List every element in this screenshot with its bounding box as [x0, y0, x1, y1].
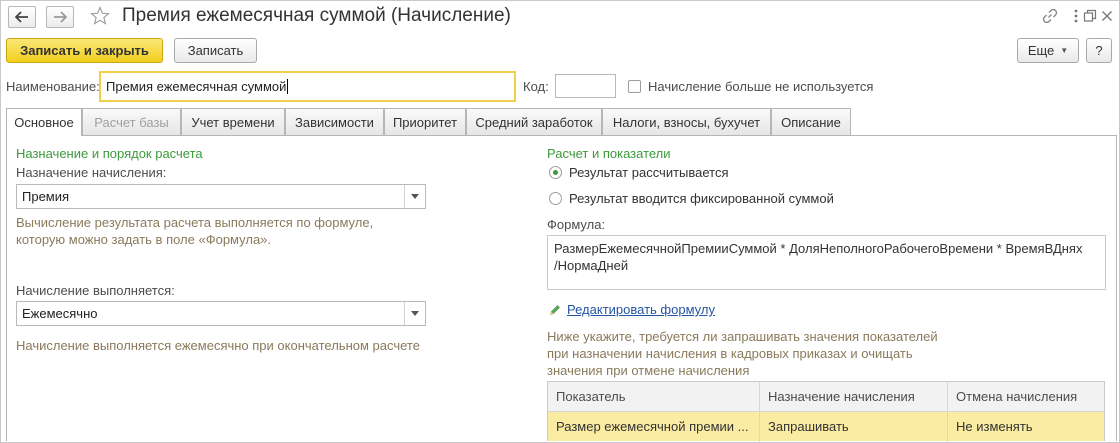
formula-field[interactable]: РазмерЕжемесячнойПремииСуммой * ДоляНепо…: [547, 235, 1106, 290]
tab-main[interactable]: Основное: [6, 108, 82, 136]
column-header-indicator[interactable]: Показатель: [548, 382, 760, 412]
back-button[interactable]: [8, 6, 36, 28]
star-icon: [90, 6, 110, 25]
radio-calculated-label[interactable]: Результат рассчитывается: [569, 165, 729, 180]
name-input-value: Премия ежемесячная суммой: [106, 79, 287, 94]
more-menu-button[interactable]: Еще ▼: [1017, 38, 1079, 63]
dropdown-arrow-icon[interactable]: [404, 185, 425, 208]
formula-label: Формула:: [547, 217, 606, 232]
close-icon[interactable]: [1097, 6, 1117, 26]
purpose-select[interactable]: Премия: [16, 184, 426, 209]
purpose-hint-line1: Вычисление результата расчета выполняетс…: [16, 215, 374, 230]
name-label: Наименование:: [6, 79, 100, 94]
edit-formula-link[interactable]: Редактировать формулу: [567, 302, 715, 317]
column-header-purpose[interactable]: Назначение начисления: [760, 382, 948, 412]
execution-select[interactable]: Ежемесячно: [16, 301, 426, 326]
save-and-close-button[interactable]: Записать и закрыть: [6, 38, 163, 63]
execution-hint: Начисление выполняется ежемесячно при ок…: [16, 338, 420, 353]
purpose-hint-line2: которую можно задать в поле «Формула».: [16, 232, 272, 247]
not-used-label[interactable]: Начисление больше не используется: [648, 79, 873, 94]
radio-calculated[interactable]: [549, 166, 562, 179]
more-label: Еще: [1027, 43, 1055, 58]
calculation-section-title: Расчет и показатели: [547, 146, 671, 161]
column-header-cancel[interactable]: Отмена начисления: [948, 382, 1104, 412]
tab-priority[interactable]: Приоритет: [384, 108, 466, 135]
purpose-label: Назначение начисления:: [16, 165, 167, 180]
table-cell-purpose[interactable]: Запрашивать: [760, 412, 948, 441]
text-cursor: [287, 79, 289, 94]
arrow-left-icon: [15, 11, 28, 23]
tab-base-calculation[interactable]: Расчет базы: [82, 108, 181, 135]
tab-taxes[interactable]: Налоги, взносы, бухучет: [602, 108, 771, 135]
arrow-right-icon: [54, 11, 67, 23]
code-input[interactable]: [555, 74, 616, 98]
dropdown-arrow-icon[interactable]: [404, 302, 425, 325]
indicators-note-line1: Ниже укажите, требуется ли запрашивать з…: [547, 329, 938, 344]
table-cell-indicator[interactable]: Размер ежемесячной премии ...: [548, 412, 760, 441]
column-divider: [759, 382, 760, 442]
formula-line2: /НормаДней: [554, 258, 629, 273]
indicators-table: Показатель Назначение начисления Отмена …: [547, 381, 1105, 442]
formula-line1: РазмерЕжемесячнойПремииСуммой * ДоляНепо…: [554, 241, 1083, 256]
table-cell-cancel[interactable]: Не изменять: [948, 412, 1104, 441]
page-title: Премия ежемесячная суммой (Начисление): [122, 5, 511, 26]
not-used-checkbox[interactable]: [628, 80, 641, 93]
code-label: Код:: [523, 79, 549, 94]
link-icon[interactable]: [1040, 6, 1060, 26]
tab-description[interactable]: Описание: [771, 108, 851, 135]
pencil-icon: [548, 303, 562, 317]
forward-button[interactable]: [46, 6, 74, 28]
name-input[interactable]: Премия ежемесячная суммой: [99, 71, 516, 102]
help-button[interactable]: ?: [1086, 38, 1112, 63]
tab-dependencies[interactable]: Зависимости: [285, 108, 384, 135]
execution-select-value: Ежемесячно: [22, 306, 98, 321]
purpose-select-value: Премия: [22, 189, 70, 204]
column-divider: [947, 382, 948, 442]
indicators-note-line2: при назначении начисления в кадровых при…: [547, 346, 913, 361]
purpose-section-title: Назначение и порядок расчета: [16, 146, 203, 161]
tab-time-accounting[interactable]: Учет времени: [181, 108, 285, 135]
tab-average-earnings[interactable]: Средний заработок: [466, 108, 602, 135]
radio-fixed-amount-label[interactable]: Результат вводится фиксированной суммой: [569, 191, 834, 206]
radio-fixed-amount[interactable]: [549, 192, 562, 205]
chevron-down-icon: ▼: [1060, 46, 1069, 55]
indicators-note: Ниже укажите, требуется ли запрашивать з…: [547, 328, 938, 379]
save-button[interactable]: Записать: [174, 38, 257, 63]
favorite-star-icon[interactable]: [90, 6, 110, 26]
purpose-hint: Вычисление результата расчета выполняетс…: [16, 214, 373, 248]
indicators-note-line3: значения при отмене начисления: [547, 363, 750, 378]
execution-label: Начисление выполняется:: [16, 283, 175, 298]
